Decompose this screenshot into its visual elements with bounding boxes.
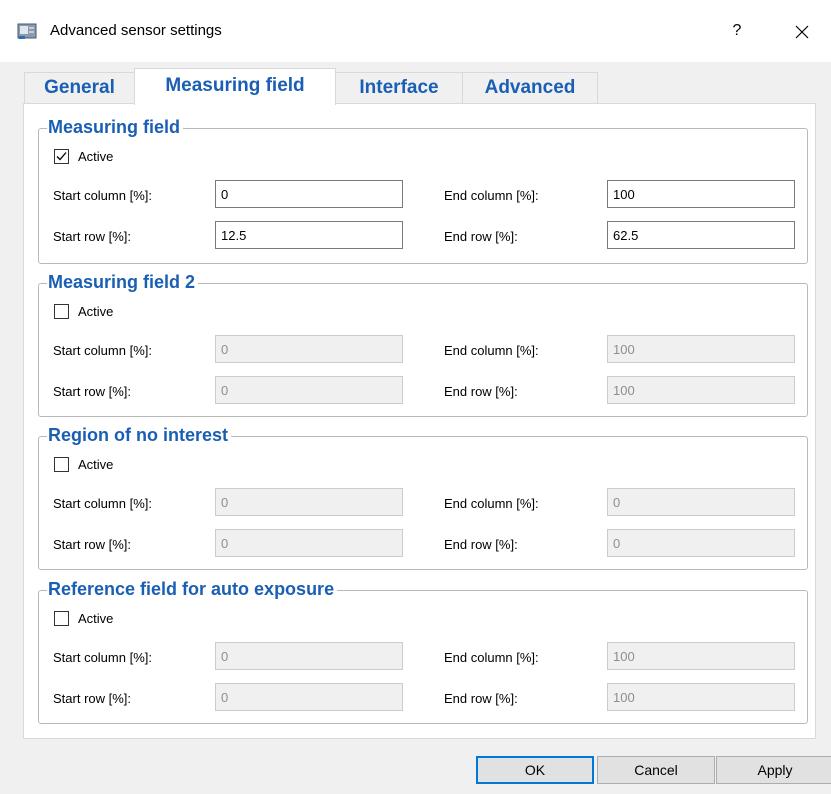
start-row-input	[215, 683, 403, 711]
start-row-input	[215, 529, 403, 557]
end-row-input	[607, 529, 795, 557]
start-row-input	[215, 376, 403, 404]
active-label: Active	[78, 457, 114, 472]
group-title: Measuring field 2	[47, 272, 199, 292]
tab-interface[interactable]: Interface	[335, 72, 463, 103]
start-row-label: Start row [%]:	[53, 229, 132, 244]
checkmark-icon	[56, 152, 67, 161]
group-title: Region of no interest	[47, 425, 231, 445]
group-reference-field-auto-exposure: Reference field for auto exposure Active…	[38, 579, 808, 724]
start-row-input[interactable]	[215, 221, 403, 249]
active-label: Active	[78, 611, 114, 626]
tab-measuring-field[interactable]: Measuring field	[134, 68, 336, 105]
end-column-input	[607, 335, 795, 363]
start-column-label: Start column [%]:	[53, 188, 152, 203]
close-icon	[795, 25, 809, 38]
group-measuring-field-2: Measuring field 2 Active Start column [%…	[38, 272, 808, 417]
sensor-app-icon	[17, 23, 37, 39]
start-column-label: Start column [%]:	[53, 343, 152, 358]
active-label: Active	[78, 149, 114, 164]
start-column-input	[215, 488, 403, 516]
end-row-label: End row [%]:	[444, 229, 518, 244]
start-column-label: Start column [%]:	[53, 496, 152, 511]
group-title: Measuring field	[47, 117, 184, 137]
apply-button[interactable]: Apply	[716, 756, 831, 784]
group-title: Reference field for auto exposure	[47, 579, 338, 599]
help-button[interactable]: ?	[722, 18, 752, 44]
group-region-of-no-interest: Region of no interest Active Start colum…	[38, 425, 808, 570]
title-bar: Advanced sensor settings ?	[0, 0, 831, 62]
group-measuring-field: Measuring field Active Start column [%]:…	[38, 117, 808, 264]
start-row-label: Start row [%]:	[53, 691, 132, 706]
active-label: Active	[78, 304, 114, 319]
end-column-input	[607, 488, 795, 516]
window-title: Advanced sensor settings	[50, 22, 222, 39]
end-column-label: End column [%]:	[444, 496, 539, 511]
measuring-field-panel: Measuring field Active Start column [%]:…	[23, 103, 816, 739]
end-row-input	[607, 376, 795, 404]
start-row-label: Start row [%]:	[53, 537, 132, 552]
active-checkbox[interactable]	[54, 611, 69, 626]
tab-general[interactable]: General	[24, 72, 135, 103]
end-column-label: End column [%]:	[444, 188, 539, 203]
cancel-button[interactable]: Cancel	[597, 756, 715, 784]
end-row-label: End row [%]:	[444, 691, 518, 706]
end-row-label: End row [%]:	[444, 537, 518, 552]
start-column-input[interactable]	[215, 180, 403, 208]
start-column-input	[215, 642, 403, 670]
active-checkbox[interactable]	[54, 149, 69, 164]
end-column-input[interactable]	[607, 180, 795, 208]
start-column-input	[215, 335, 403, 363]
ok-button[interactable]: OK	[476, 756, 594, 784]
tab-advanced[interactable]: Advanced	[462, 72, 598, 103]
active-checkbox[interactable]	[54, 457, 69, 472]
close-button[interactable]	[787, 18, 817, 44]
end-row-input[interactable]	[607, 221, 795, 249]
end-column-label: End column [%]:	[444, 650, 539, 665]
start-row-label: Start row [%]:	[53, 384, 132, 399]
end-column-input	[607, 642, 795, 670]
end-row-input	[607, 683, 795, 711]
end-column-label: End column [%]:	[444, 343, 539, 358]
end-row-label: End row [%]:	[444, 384, 518, 399]
start-column-label: Start column [%]:	[53, 650, 152, 665]
active-checkbox[interactable]	[54, 304, 69, 319]
